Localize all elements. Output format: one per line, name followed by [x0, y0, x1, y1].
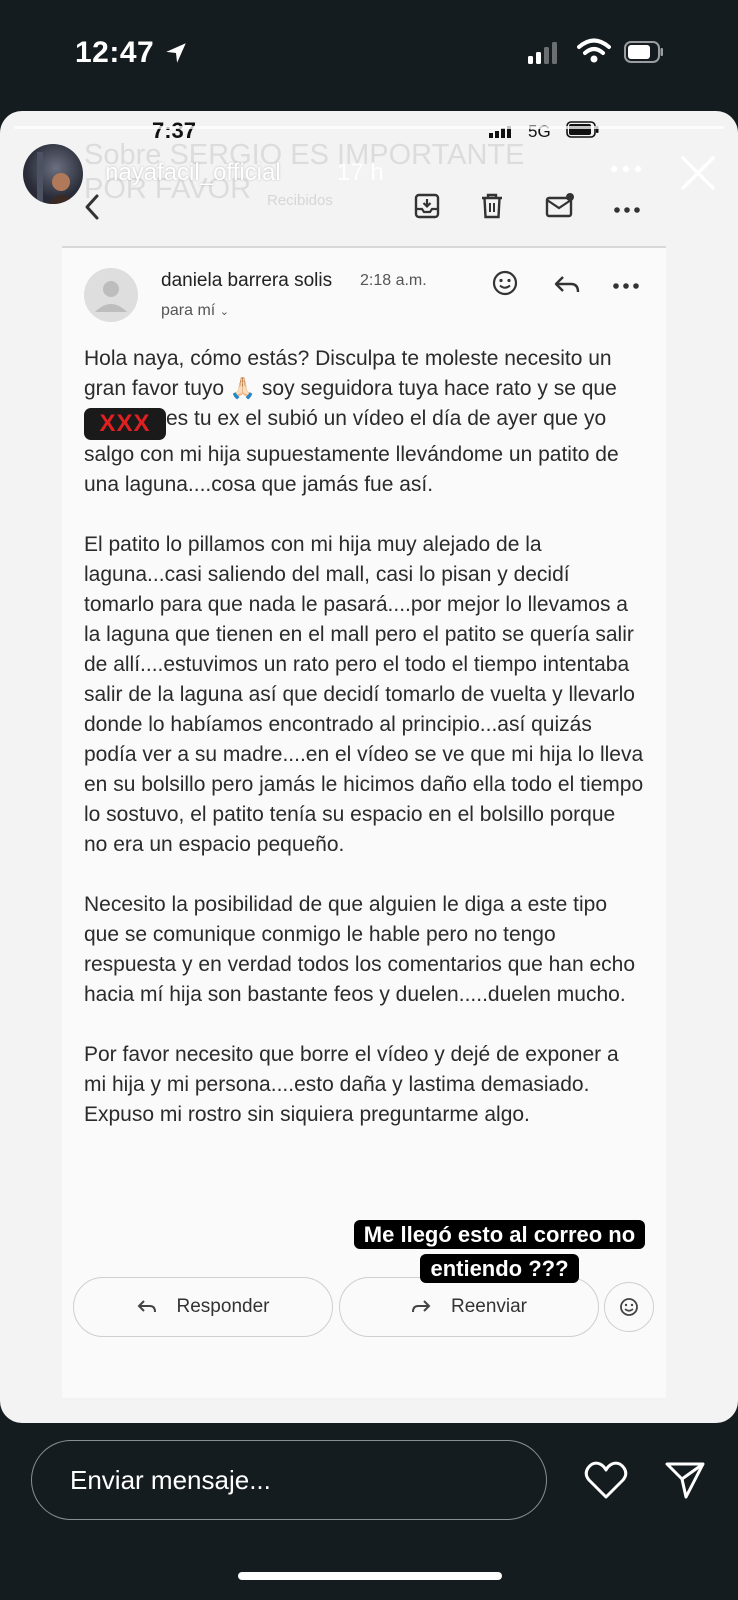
- email-more-icon[interactable]: [613, 283, 639, 289]
- mail-icon[interactable]: [545, 193, 575, 219]
- story-caption: Me llegó esto al correo no entiendo ???: [336, 1218, 663, 1286]
- heart-icon[interactable]: [584, 1460, 628, 1500]
- sender-name: daniela barrera solis: [161, 270, 333, 291]
- story-username[interactable]: nayafacil_official: [105, 159, 281, 187]
- status-time: 12:47: [75, 36, 155, 69]
- caption-text: Me llegó esto al correo no entiendo ???: [353, 1220, 646, 1283]
- email-time: 2:18 a.m.: [360, 272, 427, 289]
- email-paragraph-2: El patito lo pillamos con mi hija muy al…: [84, 533, 644, 856]
- story-age: 17 h: [337, 159, 384, 186]
- archive-icon[interactable]: [414, 193, 440, 219]
- emoji-icon[interactable]: [492, 270, 518, 296]
- reply-button[interactable]: Responder: [73, 1277, 333, 1337]
- reply-label: Responder: [176, 1296, 270, 1317]
- close-icon[interactable]: [680, 155, 716, 191]
- reply-icon: [137, 1300, 156, 1313]
- forward-label: Reenviar: [450, 1296, 528, 1317]
- message-input[interactable]: Enviar mensaje...: [31, 1440, 547, 1520]
- email-paragraph-4: Por favor necesito que borre el vídeo y …: [84, 1043, 619, 1126]
- forward-button[interactable]: Reenviar: [339, 1277, 599, 1337]
- location-arrow-icon: [166, 43, 186, 63]
- email-body: Hola naya, cómo estás? Disculpa te moles…: [84, 344, 644, 1160]
- trash-icon[interactable]: [480, 193, 504, 219]
- more-icon[interactable]: [610, 165, 642, 173]
- toolbar-more-icon[interactable]: [614, 207, 640, 213]
- sender-avatar: [84, 268, 138, 322]
- send-icon[interactable]: [664, 1460, 706, 1500]
- message-placeholder: Enviar mensaje...: [70, 1464, 271, 1495]
- screenshot-battery-icon: [566, 121, 599, 138]
- home-indicator[interactable]: [238, 1572, 502, 1580]
- email-paragraph-3: Necesito la posibilidad de que alguien l…: [84, 893, 636, 1006]
- recipient-dropdown[interactable]: para mí ⌄: [161, 302, 229, 320]
- emoji-icon: [620, 1298, 638, 1316]
- chevron-down-icon: ⌄: [219, 306, 229, 318]
- paragraph-1-start: Hola naya, cómo estás? Disculpa te moles…: [84, 347, 617, 400]
- screenshot-status-time: 7:37: [152, 118, 197, 143]
- screenshot-network: 5G: [528, 122, 551, 141]
- reply-icon[interactable]: [553, 274, 581, 296]
- back-chevron-icon[interactable]: [84, 193, 100, 221]
- wifi-icon: [577, 38, 611, 63]
- avatar[interactable]: [23, 144, 83, 204]
- forward-icon: [411, 1300, 431, 1313]
- story-progress-bar: [14, 126, 724, 129]
- emoji-reaction-button[interactable]: [604, 1282, 654, 1332]
- signal-icon: [528, 42, 557, 64]
- folder-label-ghost: Recibidos: [267, 192, 333, 209]
- recipient-label: para mí: [161, 302, 216, 319]
- email-paragraph-1: Hola naya, cómo estás? Disculpa te moles…: [84, 344, 644, 500]
- censor-sticker: XXX: [84, 408, 166, 440]
- battery-icon: [624, 41, 663, 63]
